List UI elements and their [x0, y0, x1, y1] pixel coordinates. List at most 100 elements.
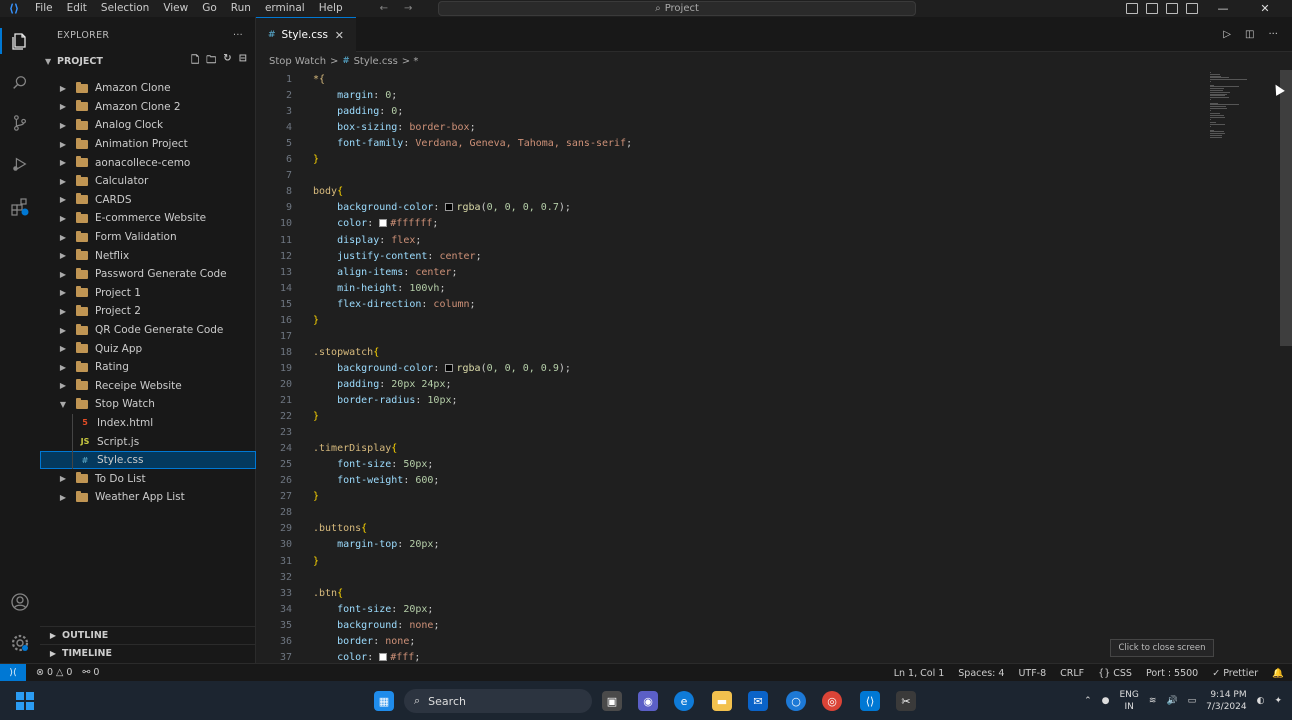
split-editor-icon[interactable]: ◫: [1245, 29, 1254, 40]
folder-item[interactable]: ▶ Password Generate Code: [40, 265, 256, 284]
menu-item[interactable]: View: [156, 0, 195, 17]
color-swatch[interactable]: [445, 363, 454, 372]
vscode-taskbar-icon[interactable]: ⟨⟩: [860, 691, 880, 711]
code-line[interactable]: 5 font-family: Verdana, Geneva, Tahoma, …: [256, 136, 1206, 152]
problems-count[interactable]: ⊗ 0 △ 0: [36, 667, 72, 678]
new-folder-icon[interactable]: 🗀: [206, 53, 216, 70]
code-line[interactable]: 3 padding: 0;: [256, 104, 1206, 120]
code-line[interactable]: 21 border-radius: 10px;: [256, 393, 1206, 409]
editor-scrollbar[interactable]: [1280, 70, 1292, 346]
file-item[interactable]: 5 Index.html: [40, 413, 256, 433]
code-line[interactable]: 8 body{: [256, 184, 1206, 200]
teams-icon[interactable]: ◉: [638, 691, 658, 711]
file-item[interactable]: # Style.css: [40, 450, 256, 470]
battery-icon[interactable]: ▭: [1188, 696, 1197, 706]
more-actions-icon[interactable]: ···: [1268, 29, 1278, 40]
code-line[interactable]: 19 background-color: rgba(0, 0, 0, 0.9);: [256, 361, 1206, 377]
code-line[interactable]: 31}: [256, 554, 1206, 570]
new-file-icon[interactable]: 🗋: [191, 53, 199, 70]
live-server-port[interactable]: Port : 5500: [1146, 668, 1198, 679]
taskbar-search[interactable]: ⌕ Search: [404, 689, 592, 713]
folder-item[interactable]: ▶ Form Validation: [40, 228, 256, 247]
outline-section[interactable]: ▶ OUTLINE: [40, 626, 256, 644]
folder-item[interactable]: ▼ Stop Watch: [40, 395, 256, 414]
refresh-icon[interactable]: ↻: [223, 53, 231, 70]
folder-item[interactable]: ▶ Rating: [40, 358, 256, 377]
menu-item[interactable]: Help: [312, 0, 350, 17]
notifications-bell-icon[interactable]: 🔔: [1272, 668, 1284, 679]
folder-item[interactable]: ▶ To Do List: [40, 469, 256, 488]
ports-count[interactable]: ⚯ 0: [82, 667, 99, 678]
edge-browser-icon[interactable]: e: [674, 691, 694, 711]
code-line[interactable]: 22}: [256, 409, 1206, 425]
code-line[interactable]: 11 display: flex;: [256, 233, 1206, 249]
widgets-icon[interactable]: ▦: [374, 691, 394, 711]
folder-item[interactable]: ▶ Amazon Clone: [40, 79, 256, 98]
account-icon[interactable]: [8, 590, 32, 614]
notification-center-icon[interactable]: ◐: [1257, 696, 1265, 706]
clock[interactable]: 9:14 PM 7/3/2024: [1206, 689, 1246, 713]
copilot-icon[interactable]: ✦: [1274, 696, 1282, 706]
color-swatch[interactable]: [379, 652, 388, 661]
back-arrow-icon[interactable]: ←: [380, 3, 388, 14]
close-tab-icon[interactable]: ✕: [335, 29, 344, 42]
code-line[interactable]: 14 min-height: 100vh;: [256, 281, 1206, 297]
menu-item[interactable]: Run: [224, 0, 258, 17]
folder-item[interactable]: ▶ QR Code Generate Code: [40, 321, 256, 340]
code-line[interactable]: 2 margin: 0;: [256, 88, 1206, 104]
folder-item[interactable]: ▶ E-commerce Website: [40, 209, 256, 228]
file-item[interactable]: JS Script.js: [40, 432, 256, 451]
chrome-icon[interactable]: ◎: [822, 691, 842, 711]
source-control-icon[interactable]: [8, 111, 32, 135]
folder-item[interactable]: ▶ Amazon Clone 2: [40, 98, 256, 117]
menu-item[interactable]: erminal: [258, 0, 312, 17]
mail-icon[interactable]: ✉: [748, 691, 768, 711]
app-circle-icon[interactable]: ○: [786, 691, 806, 711]
settings-gear-icon[interactable]: [8, 631, 32, 655]
toggle-secondary-sidebar-icon[interactable]: [1166, 3, 1178, 14]
prettier-status[interactable]: ✓ Prettier: [1212, 668, 1258, 679]
menu-item[interactable]: Edit: [60, 0, 94, 17]
search-icon[interactable]: [8, 71, 32, 95]
explorer-icon[interactable]: [8, 29, 32, 53]
start-button[interactable]: [16, 692, 34, 710]
code-line[interactable]: 33 .btn{: [256, 586, 1206, 602]
code-editor[interactable]: 1 *{2 margin: 0; 3 padding: 0; 4 box-sizing…: [256, 70, 1292, 663]
command-center[interactable]: ⌕ Project: [438, 1, 916, 16]
code-line[interactable]: 27}: [256, 489, 1206, 505]
code-line[interactable]: 7: [256, 168, 1206, 184]
volume-icon[interactable]: 🔊: [1166, 696, 1177, 706]
code-line[interactable]: 29 .buttons{: [256, 521, 1206, 537]
extensions-icon[interactable]: [8, 195, 32, 219]
more-actions-icon[interactable]: ···: [233, 30, 243, 41]
line-ending[interactable]: CRLF: [1060, 668, 1084, 679]
folder-item[interactable]: ▶ Animation Project: [40, 135, 256, 154]
folder-item[interactable]: ▶ Netflix: [40, 246, 256, 265]
menu-item[interactable]: Selection: [94, 0, 156, 17]
code-line[interactable]: 32: [256, 570, 1206, 586]
task-view-icon[interactable]: ▣: [602, 691, 622, 711]
forward-arrow-icon[interactable]: →: [404, 3, 412, 14]
code-line[interactable]: 35 background: none;: [256, 618, 1206, 634]
folder-item[interactable]: ▶ Project 2: [40, 302, 256, 321]
color-swatch[interactable]: [445, 203, 454, 212]
file-explorer-icon[interactable]: ▬: [712, 691, 732, 711]
code-line[interactable]: 18 .stopwatch{: [256, 345, 1206, 361]
folder-item[interactable]: ▶ Quiz App: [40, 339, 256, 358]
run-icon[interactable]: ▷: [1223, 29, 1231, 40]
toggle-sidebar-icon[interactable]: [1126, 3, 1138, 14]
collapse-all-icon[interactable]: ⊟: [239, 53, 247, 70]
snipping-tool-icon[interactable]: ✂: [896, 691, 916, 711]
code-line[interactable]: 12 justify-content: center;: [256, 249, 1206, 265]
code-line[interactable]: 10 color: #ffffff;: [256, 216, 1206, 232]
code-line[interactable]: 20 padding: 20px 24px;: [256, 377, 1206, 393]
code-line[interactable]: 15 flex-direction: column;: [256, 297, 1206, 313]
folder-item[interactable]: ▶ Analog Clock: [40, 116, 256, 135]
code-line[interactable]: 23: [256, 425, 1206, 441]
code-line[interactable]: 13 align-items: center;: [256, 265, 1206, 281]
code-line[interactable]: 4 box-sizing: border-box;: [256, 120, 1206, 136]
close-window-button[interactable]: ✕: [1248, 2, 1282, 15]
code-line[interactable]: 36 border: none;: [256, 634, 1206, 650]
code-line[interactable]: 25 font-size: 50px;: [256, 457, 1206, 473]
customize-layout-icon[interactable]: [1186, 3, 1198, 14]
